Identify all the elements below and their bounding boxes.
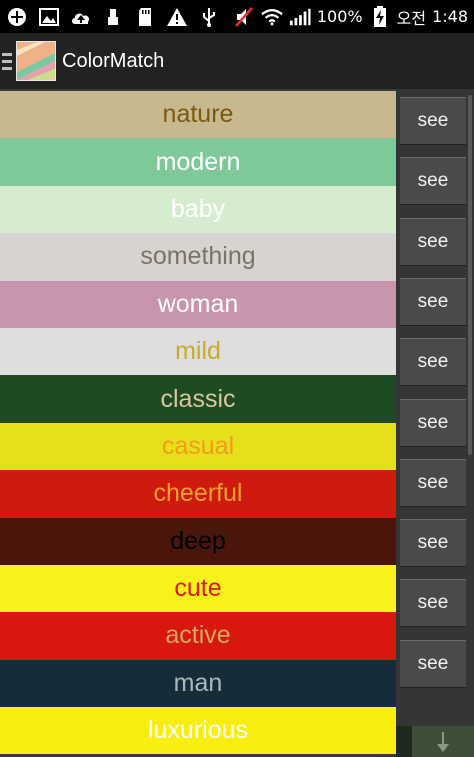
see-button[interactable]: see: [400, 97, 466, 145]
color-theme-label: cheerful: [153, 479, 243, 508]
wifi-icon: [261, 6, 283, 28]
color-theme-list: nature modern baby something woman mild classi…: [0, 91, 396, 755]
bottom-action-button[interactable]: [412, 726, 474, 757]
see-button[interactable]: see: [400, 217, 466, 266]
color-theme-row[interactable]: baby: [0, 185, 396, 234]
color-theme-row[interactable]: luxurious: [0, 707, 396, 755]
cloud-upload-icon: [70, 6, 92, 28]
content-area: nature modern baby something woman mild classi…: [0, 89, 474, 757]
usb-debug-icon: [198, 6, 220, 28]
color-theme-row[interactable]: modern: [0, 138, 396, 186]
scrollbar[interactable]: [468, 95, 472, 455]
see-button[interactable]: see: [400, 338, 466, 387]
color-theme-row[interactable]: woman: [0, 280, 396, 328]
color-theme-label: active: [165, 621, 231, 650]
colormatch-app-icon[interactable]: [16, 41, 56, 81]
color-theme-label: classic: [160, 384, 236, 413]
color-theme-label: cute: [174, 574, 222, 603]
drawer-menu-icon[interactable]: [2, 52, 12, 70]
color-theme-row[interactable]: nature: [0, 91, 396, 139]
sd-card-icon: [134, 6, 156, 28]
action-bar: ColorMatch: [0, 33, 474, 89]
battery-charging-icon: [369, 5, 391, 28]
color-theme-row[interactable]: man: [0, 659, 396, 708]
image-icon: [38, 6, 60, 28]
color-theme-row[interactable]: active: [0, 612, 396, 660]
see-button[interactable]: see: [400, 579, 466, 628]
status-bar: 100% 오전 1:48: [0, 0, 474, 33]
color-theme-row[interactable]: cheerful: [0, 470, 396, 518]
warning-icon: [166, 6, 188, 28]
battery-percent: 100%: [316, 7, 363, 26]
time-period: 오전: [396, 8, 427, 28]
see-button[interactable]: see: [400, 398, 466, 447]
color-theme-label: luxurious: [147, 716, 249, 745]
color-theme-label: woman: [157, 289, 239, 318]
color-theme-label: something: [140, 242, 256, 271]
color-theme-label: mild: [175, 337, 221, 366]
see-button[interactable]: see: [400, 519, 466, 568]
add-icon: [6, 6, 28, 28]
see-button[interactable]: see: [400, 639, 466, 688]
see-button-column: see see see see see see see see see see: [396, 89, 474, 757]
clock: 1:48: [432, 7, 468, 26]
status-right-icons: 100% 오전 1:48: [233, 0, 474, 33]
color-theme-label: nature: [162, 100, 234, 129]
color-theme-label: baby: [170, 194, 226, 223]
mute-icon: [233, 6, 255, 28]
color-theme-label: deep: [170, 526, 226, 555]
color-theme-row[interactable]: cute: [0, 564, 396, 613]
see-button[interactable]: see: [400, 458, 466, 507]
color-theme-row[interactable]: mild: [0, 327, 396, 376]
color-theme-label: man: [173, 668, 223, 697]
see-button[interactable]: see: [400, 277, 466, 326]
color-theme-row[interactable]: deep: [0, 517, 396, 565]
usb-icon: [102, 6, 124, 28]
color-theme-row[interactable]: something: [0, 233, 396, 281]
see-button[interactable]: see: [400, 157, 466, 206]
color-theme-label: casual: [161, 431, 235, 460]
status-left-icons: [0, 0, 220, 33]
download-arrow-icon: [437, 731, 449, 752]
color-theme-label: modern: [155, 147, 241, 176]
signal-icon: [289, 6, 311, 28]
color-theme-row[interactable]: casual: [0, 422, 396, 471]
app-title: ColorMatch: [62, 49, 165, 72]
color-theme-row[interactable]: classic: [0, 375, 396, 423]
